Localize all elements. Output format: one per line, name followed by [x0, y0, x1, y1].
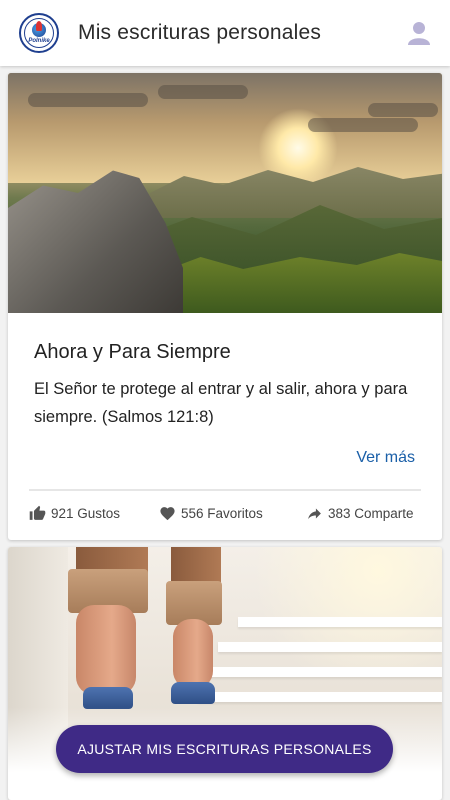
logo-text: Polnike	[28, 38, 50, 44]
scripture-card[interactable]: Ahora y Para Siempre El Señor te protege…	[8, 73, 442, 540]
heart-icon	[160, 507, 175, 521]
share-arrow-icon	[308, 508, 321, 520]
page-title: Mis escrituras personales	[78, 21, 322, 44]
see-more-link[interactable]: Ver más	[356, 449, 415, 467]
divider	[29, 489, 421, 491]
card-title: Ahora y Para Siempre	[34, 341, 231, 363]
user-avatar-icon[interactable]	[408, 21, 430, 45]
church-logo[interactable]: Polnike	[19, 13, 59, 53]
likes-count: 921 Gustos	[51, 506, 121, 521]
flame-icon	[36, 21, 42, 31]
card-verse: El Señor te protege al entrar y al salir…	[34, 380, 408, 426]
app-bar: Polnike Mis escrituras personales	[0, 0, 450, 66]
favorites-count: 556 Favoritos	[181, 506, 263, 521]
share-button[interactable]: 383 Comparte	[306, 505, 414, 522]
shares-count: 383 Comparte	[328, 506, 414, 521]
adjust-scriptures-button[interactable]: AJUSTAR MIS ESCRITURAS PERSONALES	[56, 725, 393, 773]
card-actions: 921 Gustos 556 Favoritos 383 Comparte	[8, 505, 442, 527]
thumbs-up-icon	[29, 505, 46, 520]
mountain-sunrise-photo	[8, 73, 442, 313]
favorite-button[interactable]: 556 Favoritos	[159, 505, 263, 522]
like-button[interactable]: 921 Gustos	[29, 505, 120, 522]
